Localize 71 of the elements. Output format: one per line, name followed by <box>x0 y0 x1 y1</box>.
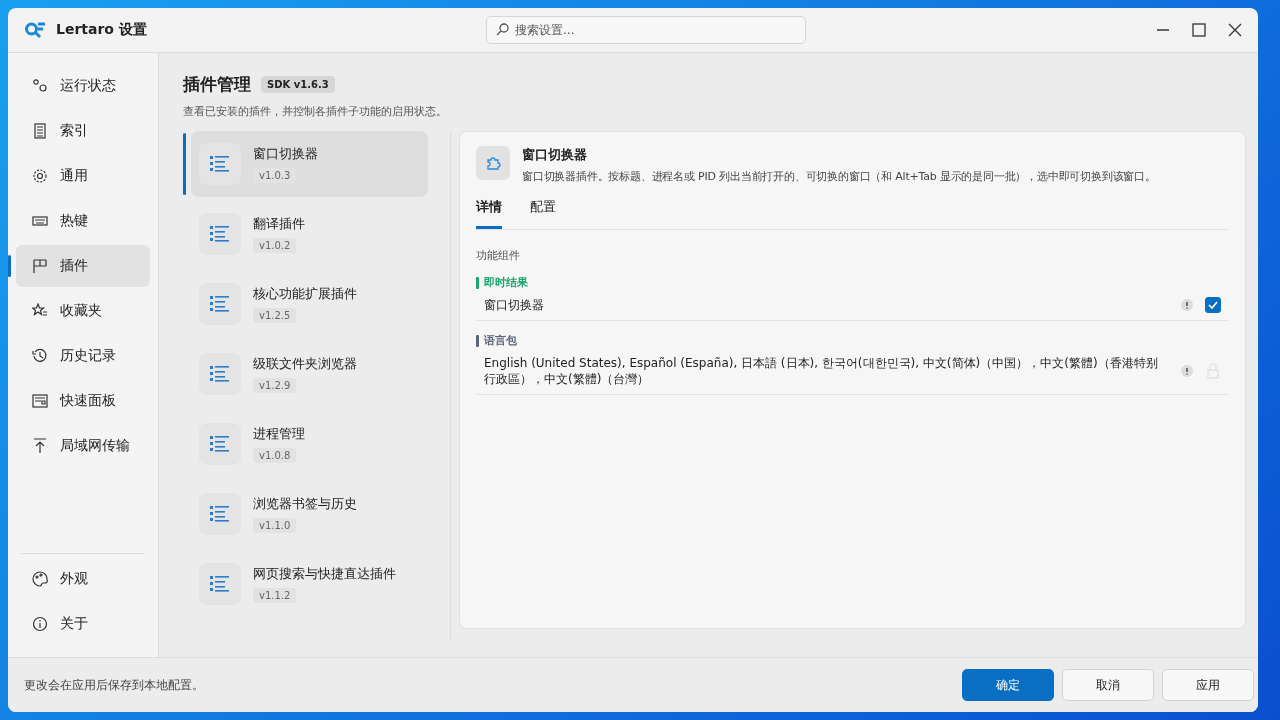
sdk-version-badge: SDK v1.6.3 <box>261 76 335 93</box>
component-label: English (United States), Español (España), 日本語 (日本), 한국어(대한민국), 中文(简体)（中国），中文(繁體)（香港特别行政區），中文(繁體)（台灣） <box>484 355 1159 387</box>
footer-note: 更改会在应用后保存到本地配置。 <box>24 676 204 694</box>
page-title: 插件管理 <box>183 73 251 96</box>
gear-icon <box>32 168 48 184</box>
info-icon[interactable] <box>1181 365 1193 377</box>
plugin-item[interactable]: 翻译插件 v1.0.2 <box>191 201 428 267</box>
plugin-name: 翻译插件 <box>253 215 305 233</box>
section-title: 功能组件 <box>476 248 521 263</box>
plugin-title: 窗口切换器 <box>522 146 588 164</box>
list-icon <box>210 435 230 453</box>
version-tag: v1.2.9 <box>253 378 297 393</box>
group-title: 即时结果 <box>484 275 528 290</box>
sidebar-item[interactable]: 运行状态 <box>16 65 150 107</box>
version-tag: v1.2.5 <box>253 308 297 323</box>
version-tag: v1.0.3 <box>253 168 297 183</box>
list-icon <box>210 225 230 243</box>
plugin-description: 窗口切换器插件。按标题、进程名或 PID 列出当前打开的、可切换的窗口（和 Alt+Tab 显示的是同一批），选中即可切换到该窗口。 <box>522 169 1156 184</box>
sidebar-item[interactable]: 索引 <box>16 110 150 152</box>
list-icon <box>210 575 230 593</box>
confirm-button[interactable]: 确定 <box>962 669 1054 701</box>
sidebar-item[interactable]: 收藏夹 <box>16 290 150 332</box>
plugin-item[interactable]: 网页搜索与快捷直达插件 v1.1.2 <box>191 551 428 617</box>
plugin-name: 核心功能扩展插件 <box>253 285 357 303</box>
tab[interactable]: 配置 <box>530 198 556 229</box>
plugin-name: 进程管理 <box>253 425 305 443</box>
sidebar-item[interactable]: 快速面板 <box>16 380 150 422</box>
plugin-name: 浏览器书签与历史 <box>253 495 357 513</box>
plugin-name: 网页搜索与快捷直达插件 <box>253 565 396 583</box>
component-label: 窗口切换器 <box>484 297 545 313</box>
plugin-name: 级联文件夹浏览器 <box>253 355 357 373</box>
puzzle-icon <box>485 155 501 171</box>
search-field[interactable]: 搜索设置... <box>486 16 806 44</box>
history-icon <box>32 348 48 364</box>
plugin-item[interactable]: 进程管理 v1.0.8 <box>191 411 428 477</box>
version-tag: v1.0.2 <box>253 238 297 253</box>
plugin-name: 窗口切换器 <box>253 145 318 163</box>
sidebar-item[interactable]: 关于 <box>21 603 145 645</box>
info-icon <box>32 616 48 632</box>
app-logo-icon <box>24 21 46 39</box>
close-icon[interactable] <box>1228 23 1242 37</box>
upload-icon <box>32 438 48 454</box>
star-icon <box>32 303 48 319</box>
search-icon <box>496 23 509 36</box>
list-icon <box>210 505 230 523</box>
list-icon <box>210 365 230 383</box>
checkbox[interactable] <box>1205 297 1221 313</box>
palette-icon <box>32 571 48 587</box>
plugin-item[interactable]: 浏览器书签与历史 v1.1.0 <box>191 481 428 547</box>
sidebar-item[interactable]: 通用 <box>16 155 150 197</box>
version-tag: v1.1.2 <box>253 588 297 603</box>
version-tag: v1.1.0 <box>253 518 297 533</box>
panel-icon <box>32 393 48 409</box>
sidebar-item[interactable]: 局域网传输 <box>16 425 150 467</box>
window-title: Lertaro 设置 <box>56 21 147 39</box>
maximize-icon[interactable] <box>1192 23 1206 37</box>
tab[interactable]: 详情 <box>476 198 502 229</box>
group-title: 语言包 <box>484 333 517 348</box>
sidebar-item[interactable]: 外观 <box>21 558 145 600</box>
page-subtitle: 查看已安装的插件，并控制各插件子功能的启用状态。 <box>183 104 448 119</box>
info-icon[interactable] <box>1181 299 1193 311</box>
plugin-item[interactable]: 核心功能扩展插件 v1.2.5 <box>191 271 428 337</box>
sidebar-item[interactable]: 历史记录 <box>16 335 150 377</box>
plugin-item[interactable]: 级联文件夹浏览器 v1.2.9 <box>191 341 428 407</box>
footer-button[interactable]: 应用 <box>1162 669 1254 701</box>
list-icon <box>210 155 230 173</box>
list-icon <box>210 295 230 313</box>
keyboard-icon <box>32 213 48 229</box>
version-tag: v1.0.8 <box>253 448 297 463</box>
sidebar-item[interactable]: 热键 <box>16 200 150 242</box>
footer-button[interactable]: 取消 <box>1062 669 1154 701</box>
